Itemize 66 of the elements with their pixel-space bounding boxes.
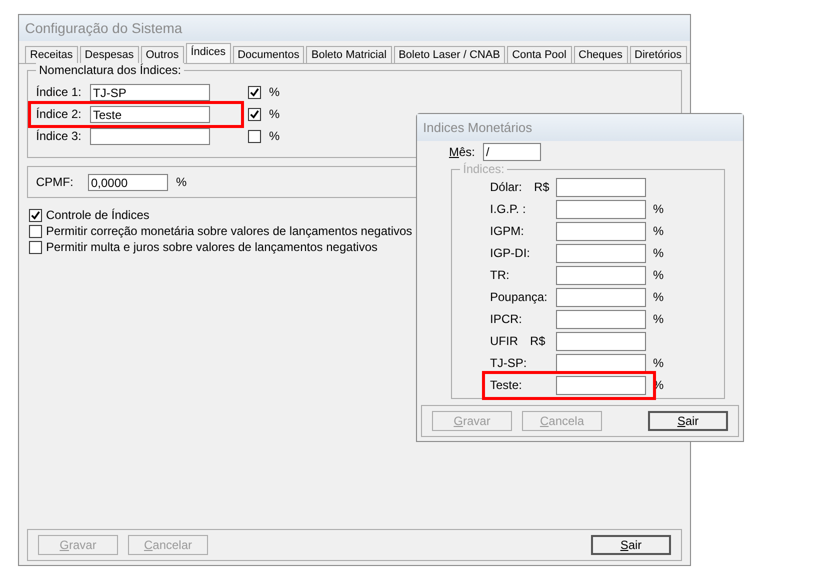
field-label: Teste: [490,378,522,392]
dialog-button[interactable]: Sair [591,535,671,555]
field-label: Índice 1: [36,85,82,99]
input-field[interactable] [556,266,646,284]
currency-label: R$ [534,180,550,194]
tab[interactable]: Documentos [232,46,304,63]
tab[interactable]: Conta Pool [507,46,572,63]
field-label: Mês: [449,145,476,159]
field-label: CPMF: [36,175,74,189]
input-field[interactable] [556,178,646,196]
field-label: TR: [490,268,510,282]
input-field[interactable] [556,354,646,372]
percent-label: % [653,224,664,238]
input-field[interactable] [556,244,646,262]
tab[interactable]: Despesas [80,46,139,63]
checkbox[interactable] [29,224,42,238]
checkbox-label[interactable]: Controle de Índices [46,208,150,222]
input-field[interactable]: Teste [90,106,210,122]
field-label: IGP-DI: [490,246,530,260]
field-label: IPCR: [490,312,522,326]
percent-label: % [653,290,664,304]
percent-label: % [653,202,664,216]
checkbox-label[interactable]: Permitir multa e juros sobre valores de lançamentos negativos [46,240,378,254]
checkbox[interactable] [248,86,261,98]
input-field[interactable] [556,376,646,394]
input-field[interactable]: TJ-SP [90,84,210,100]
tab[interactable]: Diretórios [630,46,687,63]
tab[interactable]: Índices [186,43,231,63]
tab[interactable]: Boleto Matricial [306,46,392,63]
input-field[interactable] [556,332,646,350]
checkbox[interactable] [248,108,261,120]
group-title: Índices: [460,162,508,176]
field-label: I.G.P. : [490,202,526,216]
field-label: TJ-SP: [490,356,527,370]
percent-label: % [269,129,280,143]
field-label: IGPM: [490,224,524,238]
checkbox[interactable] [248,130,261,142]
tab[interactable]: Cheques [574,46,628,63]
input-field[interactable] [556,200,646,218]
percent-label: % [653,356,664,370]
tab[interactable]: Receitas [25,46,78,63]
field-label: UFIR [490,334,518,348]
checkbox-label[interactable]: Permitir correção monetária sobre valores de lançamentos negativos [46,224,412,238]
percent-label: % [269,107,280,121]
input-field[interactable]: 0,0000 [88,174,168,190]
input-field[interactable] [556,222,646,240]
tab[interactable]: Boleto Laser / CNAB [394,46,506,63]
field-label: Índice 3: [36,129,82,143]
group-title: Nomenclatura dos Índices: [36,63,184,77]
field-label: Dólar: [490,180,522,194]
percent-label: % [653,312,664,326]
input-field[interactable] [90,128,210,144]
percent-label: % [653,246,664,260]
tab[interactable]: Outros [140,46,184,63]
field-label: Poupança: [490,290,548,304]
checkbox[interactable] [29,240,42,254]
input-field[interactable] [556,288,646,306]
currency-label: R$ [530,334,546,348]
input-field[interactable] [556,310,646,328]
percent-label: % [653,268,664,282]
field-label: Índice 2: [36,107,82,121]
input-field[interactable]: / [483,143,542,161]
checkbox[interactable] [29,208,42,222]
dialog-button[interactable]: Sair [648,411,728,431]
percent-label: % [269,85,280,99]
percent-label: % [176,175,187,189]
